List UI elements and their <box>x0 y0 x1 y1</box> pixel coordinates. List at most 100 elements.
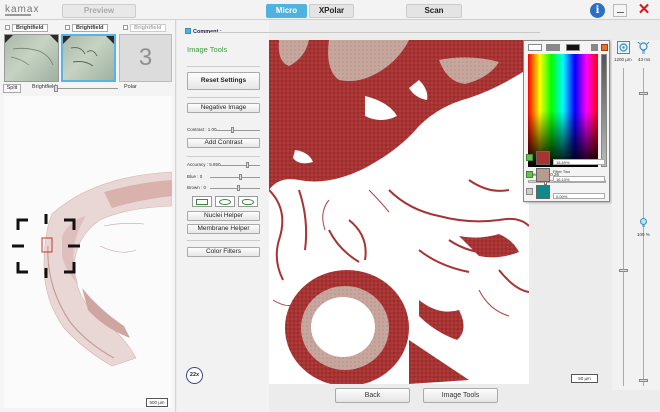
filter-2-swatch[interactable] <box>536 168 550 182</box>
info-icon[interactable]: i <box>590 3 605 18</box>
thumbnail-2-image <box>70 47 98 67</box>
split-button[interactable]: Split <box>3 84 21 93</box>
thumb-header-2[interactable]: Brightfield <box>65 24 108 32</box>
filter-row-1-display[interactable]: Filter One 15.69% <box>526 151 606 165</box>
filter-2-percent: 16.10% <box>553 176 605 182</box>
accuracy-slider-knob[interactable] <box>246 162 249 168</box>
filter-1-swatch[interactable] <box>536 151 550 165</box>
overview-tissue-image <box>12 171 172 367</box>
filter-1-checkbox[interactable] <box>526 154 533 161</box>
thumb-header-1[interactable]: Brightfield <box>5 24 48 32</box>
scan-button[interactable]: Scan <box>406 4 462 18</box>
reset-settings-button[interactable]: Reset Settings <box>187 72 260 90</box>
add-contrast-button[interactable]: Add Contrast <box>187 138 260 148</box>
right-control-rail: 1200 µm 43 ms 100 % <box>612 40 660 390</box>
contrast-slider-knob[interactable] <box>231 127 234 133</box>
membrane-helper-button[interactable]: Membrane Helper <box>187 224 260 234</box>
comment-divider <box>210 32 540 33</box>
contrast-label: Contrast : 1.00 <box>187 127 217 132</box>
exposure-value-label: 43 ms <box>638 57 651 62</box>
accuracy-slider[interactable] <box>220 165 260 166</box>
thumbnail-1[interactable] <box>4 34 59 82</box>
micrograph-image <box>269 40 529 384</box>
freeform-shape-button[interactable] <box>238 196 258 207</box>
thumbnail-2[interactable] <box>61 34 116 82</box>
back-button[interactable]: Back <box>335 388 410 403</box>
brown-slider-knob[interactable] <box>237 185 240 191</box>
tools-divider <box>187 66 260 67</box>
comment-bar[interactable]: Comment : <box>177 28 533 40</box>
focus-slider[interactable] <box>623 68 624 386</box>
swatch-grey[interactable] <box>546 44 560 51</box>
light-icon[interactable] <box>637 41 650 54</box>
swatch-white[interactable] <box>528 44 542 51</box>
brightness-value-label: 100 % <box>637 232 650 237</box>
blue-slider[interactable] <box>210 177 260 178</box>
thumb-2-label: Brightfield <box>72 24 108 32</box>
micrograph-view[interactable] <box>269 40 529 384</box>
freeform-icon <box>242 199 254 205</box>
filter-2-checkbox[interactable] <box>526 171 533 178</box>
brightfield-polar-slider-knob[interactable] <box>54 85 58 92</box>
thumb-3-checkbox[interactable] <box>123 25 128 30</box>
brightfield-slider-label: Brightfield <box>32 84 57 90</box>
picker-close-icon[interactable] <box>601 44 608 51</box>
focus-slider-knob[interactable] <box>619 269 628 272</box>
brightness-icon[interactable] <box>637 216 650 229</box>
swatch-mid[interactable] <box>591 44 598 51</box>
accuracy-label: Accuracy : 5.850 <box>187 162 221 167</box>
blue-slider-knob[interactable] <box>239 174 242 180</box>
filter-3-percent: 0.00% <box>553 193 605 199</box>
blue-label: Blue : 0 <box>187 174 203 179</box>
filter-row-3[interactable]: 0.00% <box>526 185 606 199</box>
minimize-icon[interactable] <box>613 4 627 17</box>
top-toolbar: kamax Preview Micro XPolar Scan i ✕ <box>0 0 660 20</box>
nuclei-helper-button[interactable]: Nuclei Helper <box>187 211 260 221</box>
close-icon[interactable]: ✕ <box>636 2 652 18</box>
xpolar-mode-button[interactable]: XPolar <box>309 4 354 18</box>
thumb-3-label: Brightfield <box>130 24 166 32</box>
thumb-header-3[interactable]: Brightfield <box>123 24 166 32</box>
tools-divider <box>187 156 260 157</box>
thumb-2-checkbox[interactable] <box>65 25 70 30</box>
comment-checkbox[interactable] <box>185 28 191 34</box>
exposure-slider-knob[interactable] <box>639 92 648 95</box>
overview-scale-bar: 500 µm <box>146 398 168 407</box>
image-tools-title: Image Tools <box>187 45 228 54</box>
filter-3-swatch[interactable] <box>536 185 550 199</box>
tools-divider <box>187 240 260 241</box>
filter-2-name: Filter Two <box>553 169 571 174</box>
image-tools-button[interactable]: Image Tools <box>423 388 498 403</box>
circle-icon <box>219 199 231 205</box>
color-filters-button[interactable]: Color Filters <box>187 247 260 257</box>
thumb-1-label: Brightfield <box>12 24 48 32</box>
filter-1-percent: 15.69% <box>553 159 605 165</box>
brown-slider[interactable] <box>210 188 260 189</box>
slide-overview[interactable] <box>4 96 172 408</box>
filter-1-name: Filter One <box>553 152 571 157</box>
tools-divider <box>187 97 260 98</box>
thumbnail-1-image <box>10 47 54 66</box>
swatch-black[interactable] <box>566 44 580 51</box>
focus-value-label: 1200 µm <box>614 57 632 62</box>
brightness-slider-knob[interactable] <box>639 379 648 382</box>
circle-shape-button[interactable] <box>215 196 235 207</box>
rectangle-shape-button[interactable] <box>192 196 212 207</box>
polar-slider-label: Polar <box>124 84 137 90</box>
rectangle-icon <box>196 199 208 205</box>
preview-button[interactable]: Preview <box>62 4 136 18</box>
left-panel: Brightfield Brightfield Brightfield 3 Sp… <box>0 20 176 412</box>
thumbnail-3[interactable]: 3 <box>119 34 172 82</box>
micro-mode-button[interactable]: Micro <box>266 4 307 18</box>
negative-image-button[interactable]: Negative Image <box>187 103 260 113</box>
contrast-slider[interactable] <box>216 130 260 131</box>
brightfield-polar-slider[interactable] <box>56 88 118 89</box>
zoom-level-badge[interactable]: 22x <box>186 367 203 384</box>
micrograph-scale-bar: 50 µm <box>571 374 598 383</box>
filter-row-2[interactable]: Filter Two 16.10% <box>526 168 606 182</box>
brown-label: Brown : 0 <box>187 185 207 190</box>
focus-icon[interactable] <box>617 41 630 54</box>
filter-3-checkbox[interactable] <box>526 188 533 195</box>
logo-underline <box>5 14 31 16</box>
thumb-1-checkbox[interactable] <box>5 25 10 30</box>
